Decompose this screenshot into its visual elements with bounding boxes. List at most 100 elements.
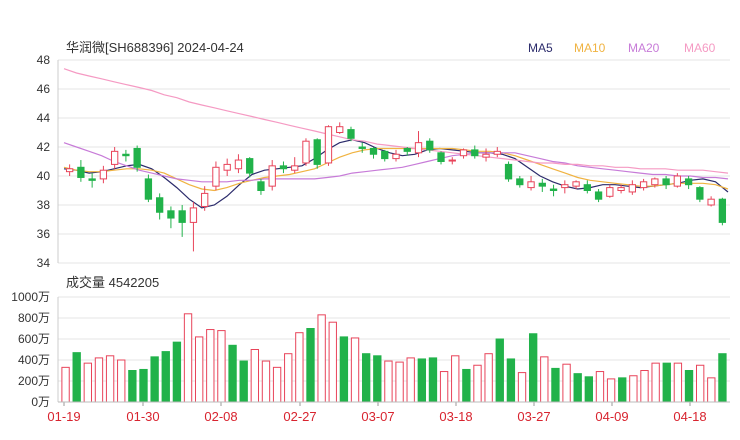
volume-bar-up: [517, 372, 527, 403]
candle-down: [594, 191, 603, 200]
price-tick-label: 34: [37, 256, 51, 270]
volume-bar-up: [473, 364, 482, 403]
candlesticks: [65, 122, 727, 252]
candle-up: [336, 126, 344, 133]
price-tick-label: 44: [37, 111, 51, 125]
volume-title: 成交量 4542205: [66, 275, 159, 290]
candle-up: [268, 165, 276, 187]
volume-bar-up: [439, 371, 449, 403]
candle-up: [223, 163, 231, 171]
volume-bar-down: [417, 358, 427, 403]
candle-down: [504, 163, 513, 180]
candle-up: [707, 198, 715, 206]
candle-up: [628, 184, 636, 193]
volume-bar-up: [183, 313, 193, 403]
candle-up: [572, 181, 580, 187]
candle-down: [144, 178, 153, 200]
candle-up: [392, 153, 400, 160]
legend-ma5: MA5: [528, 41, 553, 55]
ma-legend: MA5 MA10 MA20 MA60: [528, 41, 716, 55]
candle-down: [662, 178, 670, 186]
candle-down: [381, 150, 389, 160]
candle-up: [65, 168, 74, 173]
volume-bar-down: [172, 341, 182, 403]
volume-bar-down: [361, 353, 371, 403]
volume-bar-up: [406, 357, 415, 403]
candle-down: [426, 140, 434, 151]
volume-bar-up: [117, 359, 126, 403]
price-tick-label: 48: [37, 53, 51, 67]
legend-ma20: MA20: [628, 41, 660, 55]
price-tick-label: 42: [37, 140, 51, 154]
volume-bar-down: [573, 373, 582, 403]
volume-bar-up: [673, 362, 683, 403]
volume-bar-up: [384, 360, 393, 403]
candle-up: [448, 159, 456, 162]
date-tick-label: 04-18: [673, 409, 706, 424]
candle-down: [133, 147, 141, 168]
candle-up: [189, 207, 198, 223]
legend-ma60: MA60: [684, 41, 716, 55]
volume-bar-up: [629, 375, 638, 403]
candle-down: [538, 182, 546, 187]
candle-up: [561, 184, 569, 189]
candle-up: [201, 192, 209, 207]
moving-average-lines: [63, 68, 729, 209]
volume-bar-down: [306, 328, 315, 403]
volume-bar-up: [206, 329, 215, 403]
candle-up: [482, 153, 490, 158]
volume-bar-down: [551, 367, 560, 403]
volume-bar-up: [562, 363, 571, 403]
volume-bar-up: [484, 353, 493, 403]
candle-down: [257, 181, 265, 192]
volume-bar-up: [640, 370, 649, 403]
date-tick-label: 02-08: [204, 409, 237, 424]
volume-bar-up: [651, 362, 660, 403]
candle-down: [583, 184, 591, 191]
volume-bar-up: [451, 355, 460, 403]
volume-bar-down: [228, 344, 237, 403]
volume-bar-down: [339, 336, 349, 403]
candle-up: [99, 169, 108, 180]
volume-bar-down: [662, 362, 671, 403]
volume-bar-up: [395, 361, 404, 403]
volume-bar-up: [328, 321, 337, 403]
candle-up: [291, 165, 299, 171]
price-tick-label: 46: [37, 82, 51, 96]
candle-down: [403, 147, 411, 152]
candle-down: [516, 178, 524, 186]
volume-bar-down: [239, 360, 248, 403]
candle-down: [369, 147, 378, 155]
candle-down: [471, 149, 479, 157]
volume-bar-up: [350, 337, 360, 403]
candle-down: [718, 198, 727, 223]
volume-bar-down: [462, 368, 471, 403]
candle-down: [313, 139, 321, 165]
volume-bar-down: [618, 377, 627, 403]
candle-up: [651, 178, 659, 186]
volume-bar-up: [606, 378, 616, 403]
candle-up: [110, 150, 119, 165]
chart-title: 华润微[SH688396] 2024-04-24: [66, 40, 244, 55]
volume-tick-label: 800万: [18, 311, 50, 325]
price-tick-label: 36: [37, 227, 51, 241]
volume-bar-up: [695, 364, 705, 403]
volume-bar-down: [161, 351, 170, 403]
price-tick-label: 38: [37, 198, 51, 212]
candle-down: [684, 178, 693, 186]
date-tick-label: 04-09: [595, 409, 628, 424]
volume-bar-down: [139, 368, 148, 403]
candle-down: [696, 187, 704, 200]
volume-bar-down: [428, 357, 438, 403]
candle-up: [527, 181, 535, 189]
volume-bar-down: [506, 358, 516, 403]
volume-bar-up: [83, 362, 93, 403]
volume-bar-up: [261, 360, 271, 403]
volume-tick-label: 600万: [18, 332, 50, 346]
candle-up: [212, 166, 220, 187]
volume-bar-up: [194, 336, 204, 403]
volume-bar-down: [584, 376, 594, 403]
candle-up: [302, 140, 310, 164]
candle-up: [673, 175, 682, 187]
candle-down: [178, 210, 186, 223]
